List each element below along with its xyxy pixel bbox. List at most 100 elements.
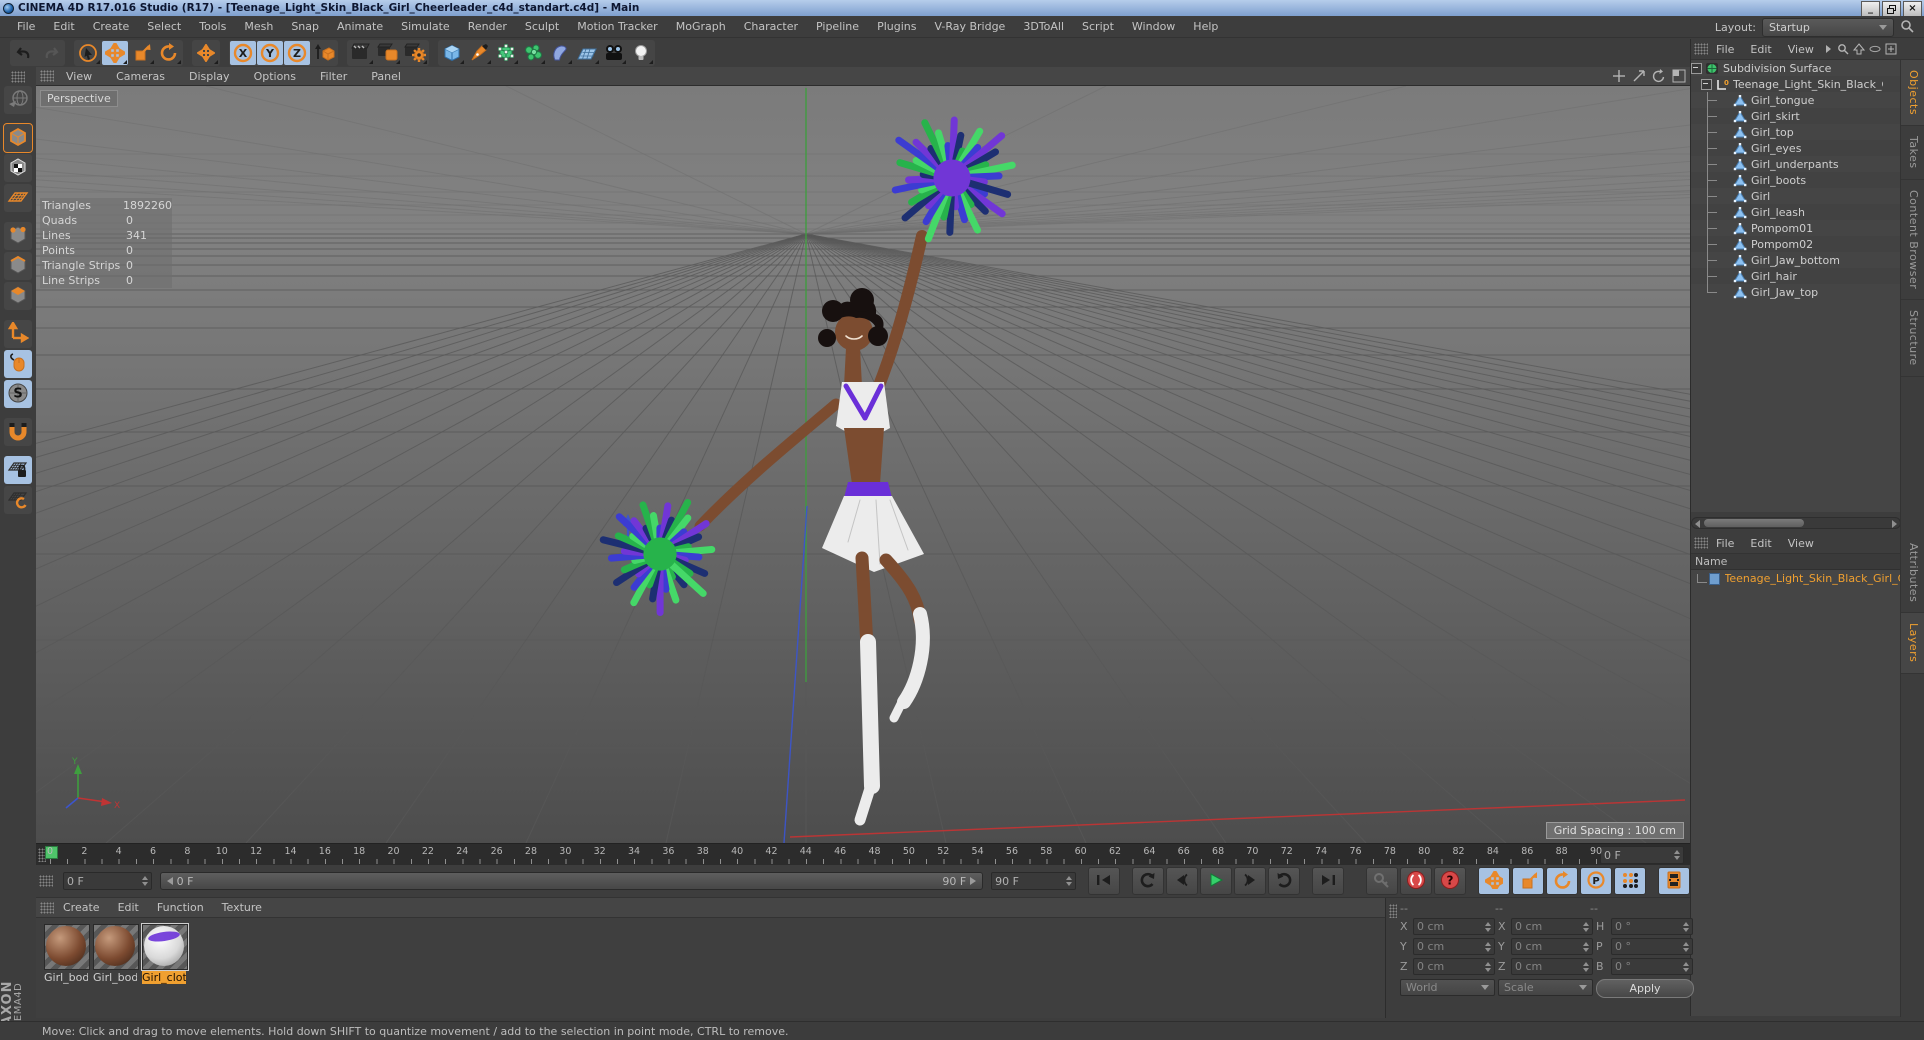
coord-value-field[interactable]: 0 °	[1611, 938, 1693, 955]
object-row-girl-skirt[interactable]: Girl_skirt	[1691, 108, 1901, 124]
keyframe-help-button[interactable]: ?	[1433, 867, 1466, 895]
menu-item-13[interactable]: Character	[735, 18, 807, 35]
layer-color-swatch[interactable]	[1708, 572, 1720, 585]
render-settings-button[interactable]	[402, 41, 428, 65]
menu-item-6[interactable]: Snap	[282, 18, 328, 35]
goto-end-button[interactable]	[1311, 867, 1344, 895]
object-row-pompom02[interactable]: Pompom02	[1691, 236, 1901, 252]
goto-start-button[interactable]	[1087, 867, 1120, 895]
scroll-left-icon[interactable]	[1695, 520, 1700, 528]
layer-row[interactable]: Teenage_Light_Skin_Black_Girl_Chee	[1691, 570, 1901, 587]
tab-takes[interactable]: Takes	[1901, 126, 1924, 180]
om-path-up-icon[interactable]	[1852, 43, 1865, 55]
range-start-grip-icon[interactable]	[166, 877, 173, 885]
rotate-view-icon[interactable]	[1652, 69, 1666, 83]
menu-item-17[interactable]: 3DToAll	[1014, 18, 1073, 35]
add-cube-button[interactable]	[439, 41, 465, 65]
workplane-mode-button[interactable]	[4, 184, 32, 212]
scale-tool-button[interactable]	[129, 41, 155, 65]
apply-button[interactable]: Apply	[1596, 979, 1694, 998]
add-spline-button[interactable]	[466, 41, 492, 65]
lm-menu-item-1[interactable]: Edit	[1742, 536, 1779, 551]
prev-frame-button[interactable]	[1165, 867, 1198, 895]
viewport-canvas[interactable]: YX Perspective Triangles 1892260 Quads 0 Lin…	[36, 86, 1690, 843]
lm-menu-item-2[interactable]: View	[1780, 536, 1822, 551]
menu-item-3[interactable]: Select	[138, 18, 190, 35]
add-modeling-button[interactable]	[520, 41, 546, 65]
om-add-icon[interactable]	[1885, 43, 1897, 55]
tab-objects[interactable]: Objects	[1901, 60, 1924, 127]
object-row-girl-eyes[interactable]: Girl_eyes	[1691, 140, 1901, 156]
material-thumbnail[interactable]	[141, 923, 189, 971]
viewport-solo-button[interactable]	[4, 350, 32, 378]
menu-item-11[interactable]: Motion Tracker	[568, 18, 666, 35]
record-rotation-button[interactable]	[1545, 867, 1578, 895]
move-tool-button[interactable]	[102, 41, 128, 65]
add-camera-button[interactable]	[601, 41, 627, 65]
scroll-right-icon[interactable]	[1892, 520, 1897, 528]
material-thumbnail[interactable]	[44, 924, 90, 970]
record-pla-button[interactable]	[1613, 867, 1646, 895]
menu-overflow-icon[interactable]	[1825, 45, 1831, 53]
record-keyframe-button[interactable]	[1365, 867, 1398, 895]
material-name[interactable]: Girl_body	[93, 971, 137, 984]
menu-item-14[interactable]: Pipeline	[807, 18, 868, 35]
tab-attributes[interactable]: Attributes	[1901, 533, 1924, 614]
om-menu-item-2[interactable]: View	[1780, 42, 1822, 57]
viewport-menu-item-0[interactable]: View	[54, 69, 104, 84]
menu-item-8[interactable]: Simulate	[392, 18, 459, 35]
coordinate-system-button[interactable]	[311, 41, 337, 65]
om-menu-item-1[interactable]: Edit	[1742, 42, 1779, 57]
material-thumbnail[interactable]	[93, 924, 139, 970]
om-horizontal-scrollbar[interactable]	[1691, 517, 1901, 529]
lm-menu-item-0[interactable]: File	[1708, 536, 1742, 551]
layer-name[interactable]: Teenage_Light_Skin_Black_Girl_Chee	[1725, 572, 1901, 585]
viewport-menu-item-2[interactable]: Display	[177, 69, 242, 84]
object-row-girl-underpants[interactable]: Girl_underpants	[1691, 156, 1901, 172]
mats-drag-handle[interactable]	[40, 901, 54, 914]
material-menu-item-0[interactable]: Create	[54, 899, 109, 916]
toggle-view-icon[interactable]	[1672, 69, 1686, 83]
camera-label[interactable]: Perspective	[40, 90, 118, 107]
menu-item-19[interactable]: Window	[1123, 18, 1184, 35]
tab-structure[interactable]: Structure	[1901, 300, 1924, 377]
play-button[interactable]	[1199, 867, 1232, 895]
coord-value-field[interactable]: 0 cm	[1413, 938, 1495, 955]
object-row-girl-jaw-top[interactable]: Girl_Jaw_top	[1691, 284, 1901, 300]
ruler-frame-spinner[interactable]: 0 F	[1600, 846, 1684, 864]
autokey-button[interactable]	[1399, 867, 1432, 895]
object-row-girl[interactable]: Girl	[1691, 188, 1901, 204]
record-parameter-button[interactable]: P	[1579, 867, 1612, 895]
material-name[interactable]: Girl_body	[44, 971, 88, 984]
om-menu-item-0[interactable]: File	[1708, 42, 1742, 57]
current-frame-spinner[interactable]: 0 F	[63, 872, 152, 890]
snap-button[interactable]	[4, 418, 32, 446]
close-button[interactable]: ×	[1903, 1, 1922, 17]
material-menu-item-2[interactable]: Function	[148, 899, 213, 916]
coord-value-field[interactable]: 0 cm	[1511, 938, 1593, 955]
transport-drag-handle[interactable]	[39, 875, 53, 887]
object-row-girl-top[interactable]: Girl_top	[1691, 124, 1901, 140]
menu-item-10[interactable]: Sculpt	[516, 18, 568, 35]
menu-item-4[interactable]: Tools	[190, 18, 235, 35]
tab-content-browser[interactable]: Content Browser	[1901, 180, 1924, 301]
open-timeline-button[interactable]	[1657, 867, 1690, 895]
coords-drag-handle[interactable]	[1389, 904, 1397, 918]
coord-value-field[interactable]: 0 cm	[1511, 958, 1593, 975]
menu-item-0[interactable]: File	[8, 18, 44, 35]
render-picture-viewer-button[interactable]	[375, 41, 401, 65]
om-search-icon[interactable]	[1837, 43, 1849, 55]
range-end-grip-icon[interactable]	[970, 877, 977, 885]
object-row-girl-tongue[interactable]: Girl_tongue	[1691, 92, 1901, 108]
search-icon[interactable]	[1900, 19, 1914, 36]
menu-item-20[interactable]: Help	[1184, 18, 1227, 35]
menu-item-9[interactable]: Render	[459, 18, 516, 35]
redo-button[interactable]	[38, 41, 64, 65]
live-selection-button[interactable]	[75, 41, 101, 65]
end-frame-spinner[interactable]: 90 F	[991, 872, 1076, 890]
object-row-subdivision-surface[interactable]: Subdivision Surface	[1691, 60, 1901, 76]
lock-z-axis-button[interactable]: Z	[284, 41, 310, 65]
object-row-teenage-light-skin-black-girl-ch[interactable]: 0 Teenage_Light_Skin_Black_Girl_Ch	[1691, 76, 1901, 92]
restore-button[interactable]	[1882, 1, 1901, 17]
coord-value-field[interactable]: 0 cm	[1511, 918, 1593, 935]
